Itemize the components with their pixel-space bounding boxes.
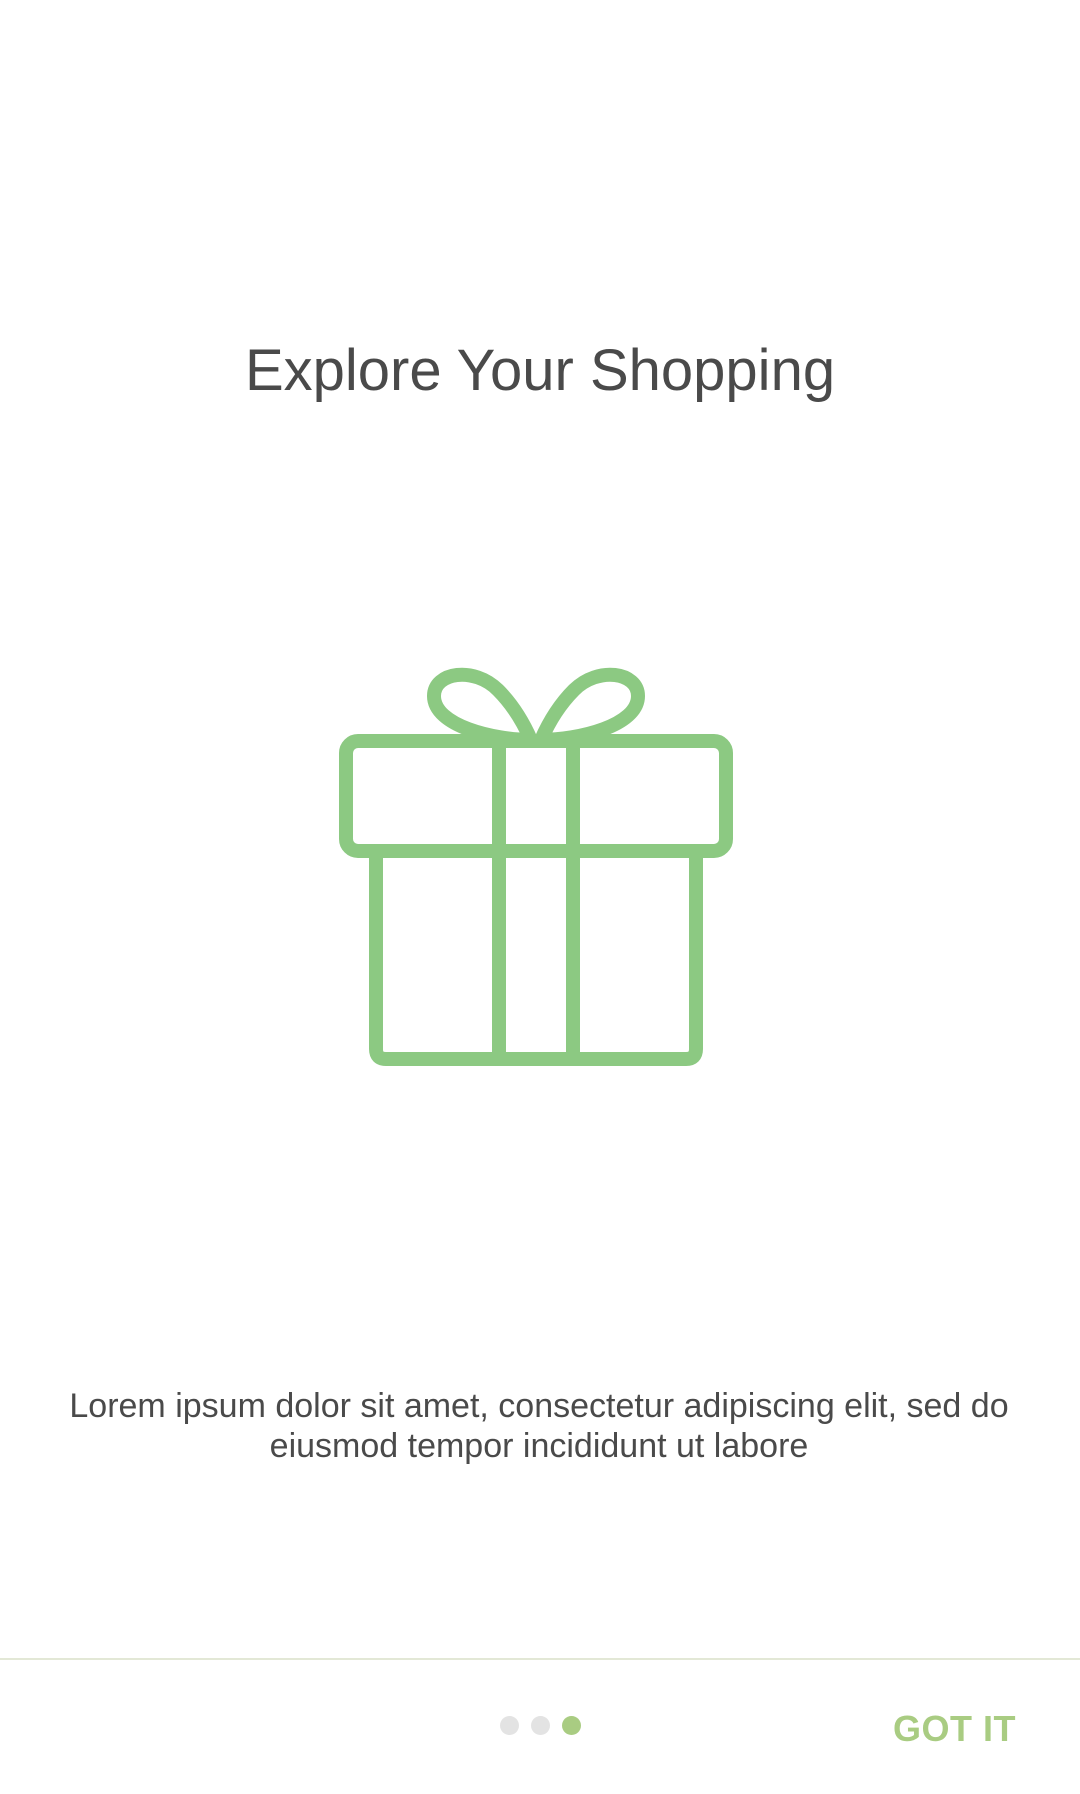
page-dot-2 [530, 1715, 550, 1735]
page-dot-1 [499, 1715, 519, 1735]
gift-icon [334, 666, 738, 1069]
bottom-divider [0, 1658, 1080, 1660]
page-dot-3-active [561, 1715, 581, 1735]
description-line-2: eiusmod tempor incididunt ut labore [269, 1427, 809, 1465]
got-it-button[interactable]: GOT IT [887, 1708, 1022, 1750]
description-line-1: Lorem ipsum dolor sit amet, consectetur … [69, 1387, 1009, 1425]
page-title: Explore Your Shopping [244, 338, 836, 403]
description-text: Lorem ipsum dolor sit amet, consectetur … [67, 1386, 1011, 1466]
